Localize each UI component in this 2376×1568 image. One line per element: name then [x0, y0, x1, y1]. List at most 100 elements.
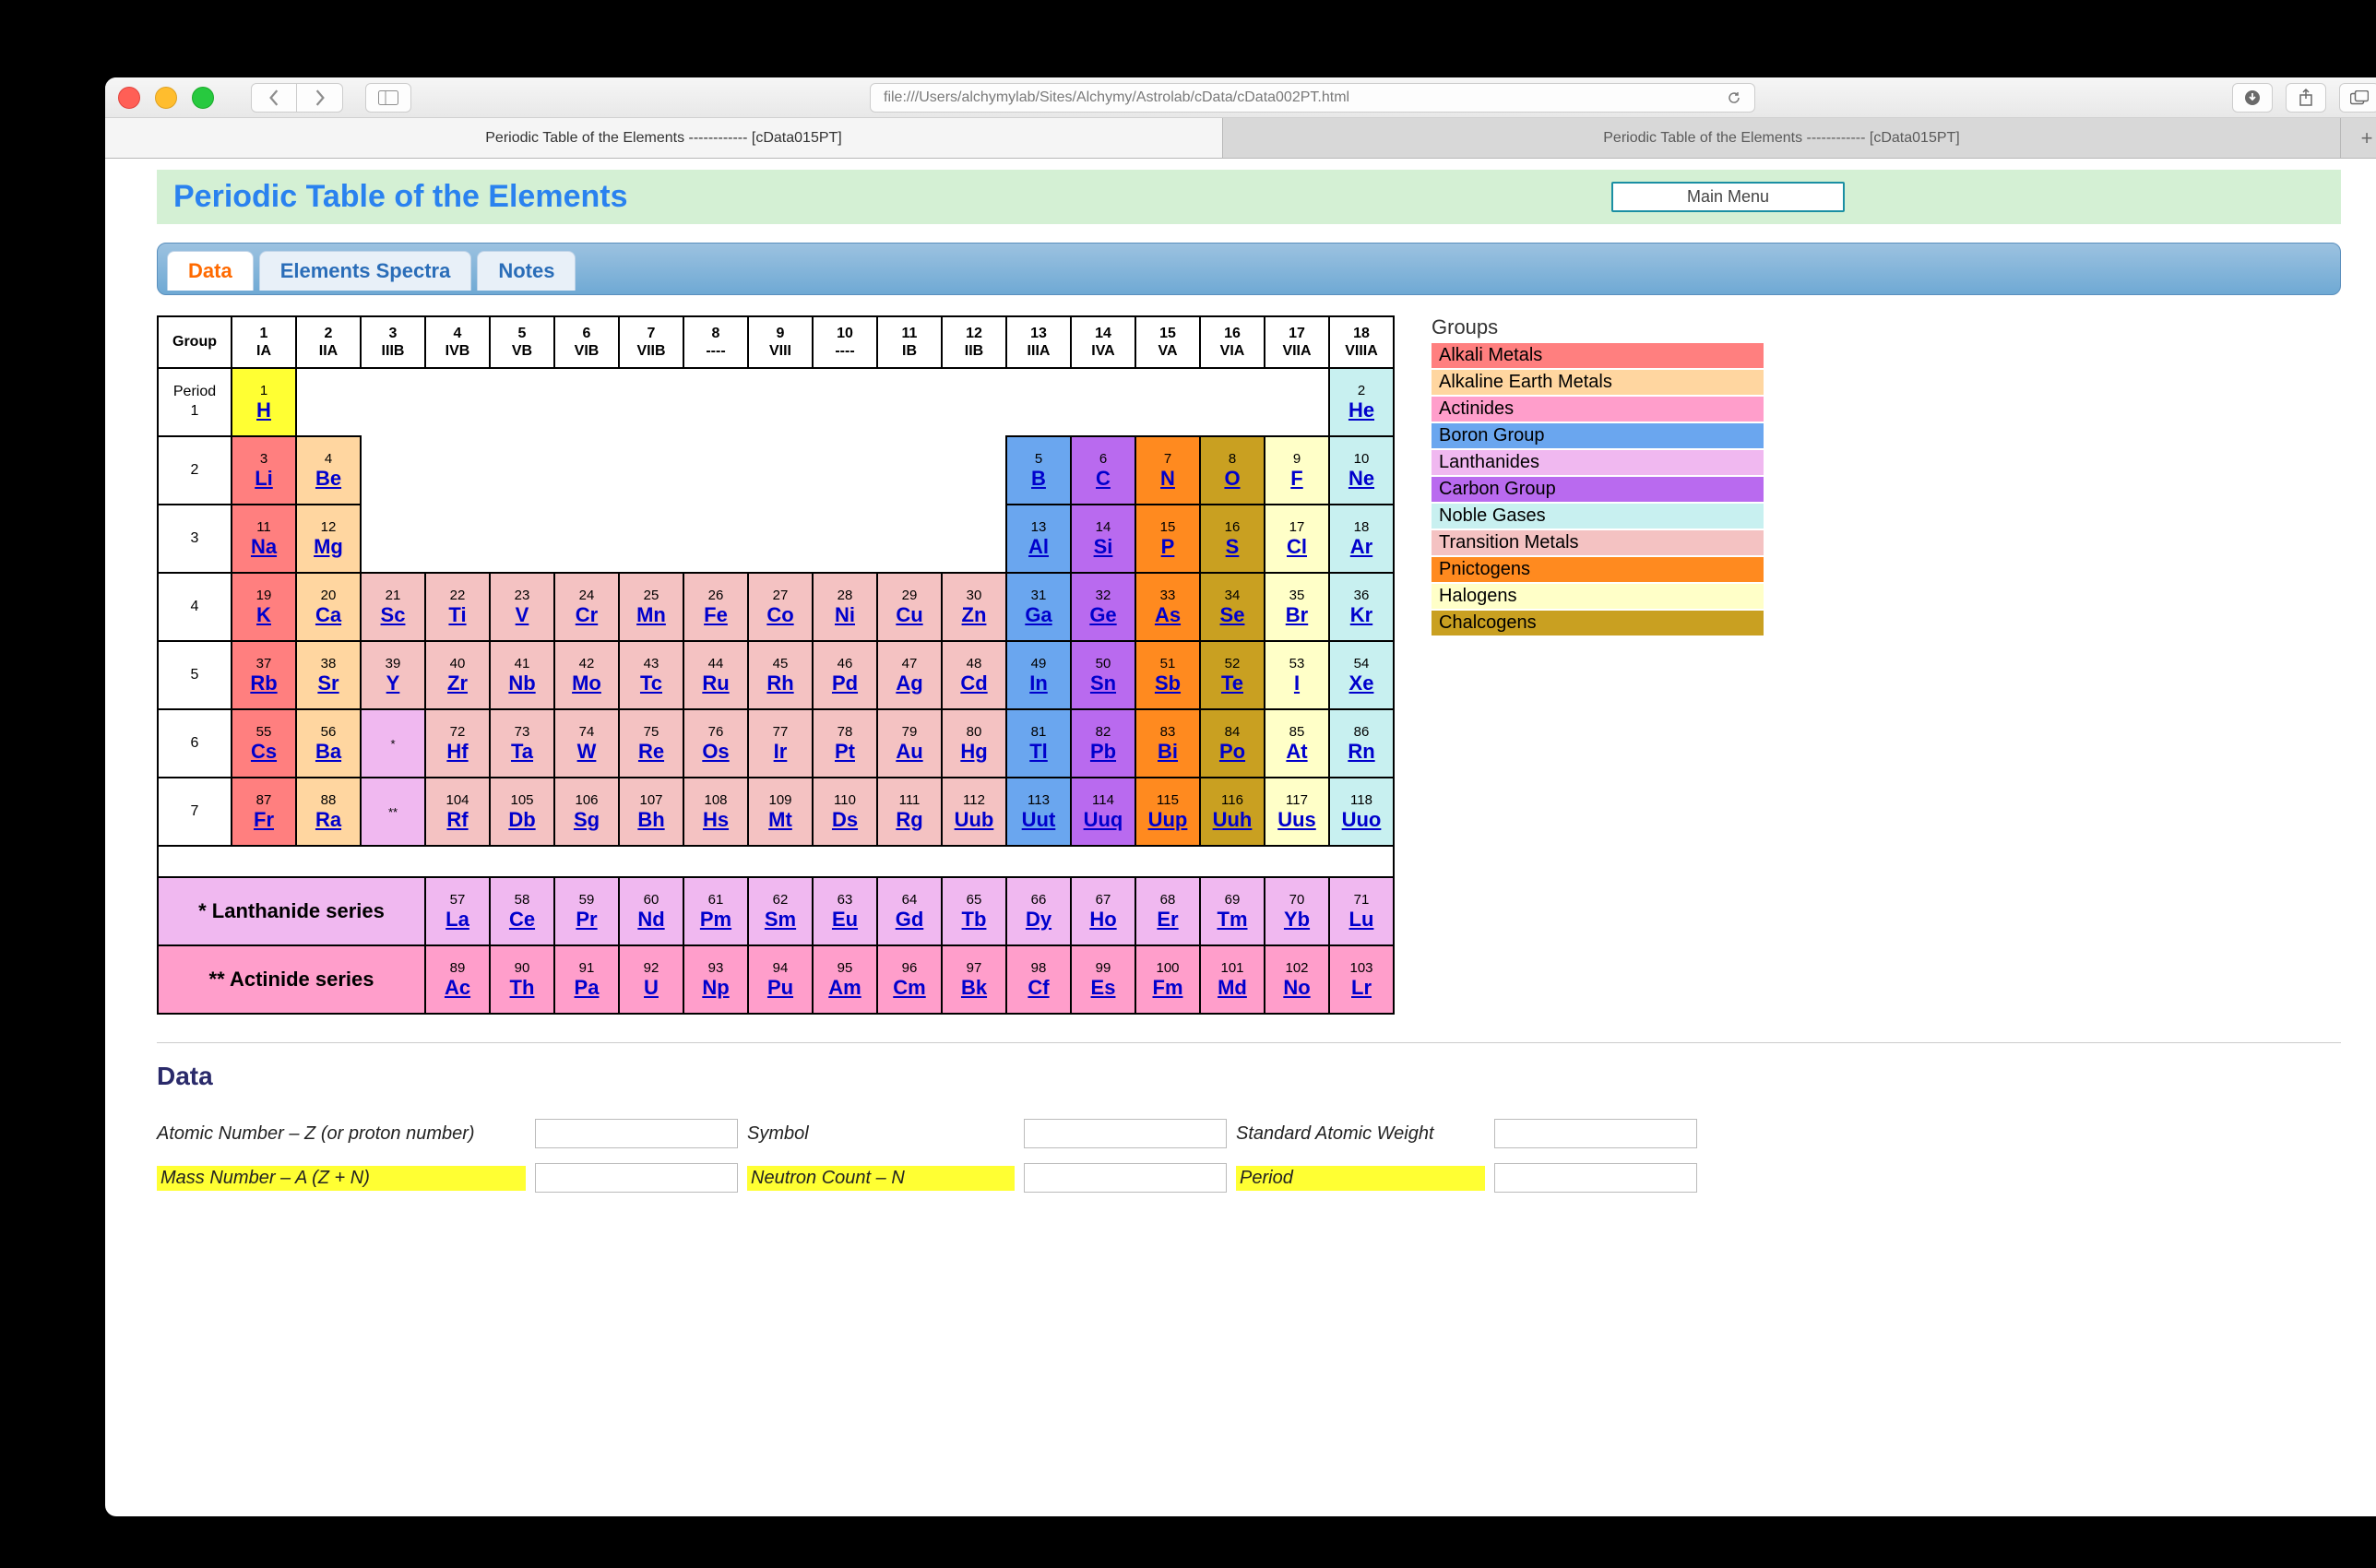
element-Sr[interactable]: 38Sr	[296, 641, 361, 709]
element-Ru[interactable]: 44Ru	[683, 641, 748, 709]
element-Uus[interactable]: 117Uus	[1265, 778, 1329, 846]
element-Am[interactable]: 95Am	[813, 945, 877, 1014]
element-S[interactable]: 16S	[1200, 505, 1265, 573]
element-Ag[interactable]: 47Ag	[877, 641, 942, 709]
element-P[interactable]: 15P	[1135, 505, 1200, 573]
zoom-window-button[interactable]	[192, 87, 214, 109]
element-Ne[interactable]: 10Ne	[1329, 436, 1394, 505]
element-Ra[interactable]: 88Ra	[296, 778, 361, 846]
element-Se[interactable]: 34Se	[1200, 573, 1265, 641]
element-Sg[interactable]: 106Sg	[554, 778, 619, 846]
element-Ce[interactable]: 58Ce	[490, 877, 554, 945]
element-Rf[interactable]: 104Rf	[425, 778, 490, 846]
element-Zr[interactable]: 40Zr	[425, 641, 490, 709]
element-Fr[interactable]: 87Fr	[232, 778, 296, 846]
element-Gd[interactable]: 64Gd	[877, 877, 942, 945]
element-Pd[interactable]: 46Pd	[813, 641, 877, 709]
element-Rb[interactable]: 37Rb	[232, 641, 296, 709]
element-Ti[interactable]: 22Ti	[425, 573, 490, 641]
forward-button[interactable]	[297, 83, 343, 113]
reload-icon[interactable]	[1727, 90, 1741, 105]
element-Ir[interactable]: 77Ir	[748, 709, 813, 778]
element-Pr[interactable]: 59Pr	[554, 877, 619, 945]
input-atomic-number[interactable]	[535, 1119, 738, 1148]
browser-tab-0[interactable]: Periodic Table of the Elements ---------…	[105, 118, 1223, 158]
element-Ca[interactable]: 20Ca	[296, 573, 361, 641]
element-Na[interactable]: 11Na	[232, 505, 296, 573]
element-U[interactable]: 92U	[619, 945, 683, 1014]
element-Dy[interactable]: 66Dy	[1006, 877, 1071, 945]
element-La[interactable]: 57La	[425, 877, 490, 945]
element-Uuo[interactable]: 118Uuo	[1329, 778, 1394, 846]
element-Be[interactable]: 4Be	[296, 436, 361, 505]
element-Po[interactable]: 84Po	[1200, 709, 1265, 778]
element-Pu[interactable]: 94Pu	[748, 945, 813, 1014]
element-Cl[interactable]: 17Cl	[1265, 505, 1329, 573]
element-Ar[interactable]: 18Ar	[1329, 505, 1394, 573]
element-Rn[interactable]: 86Rn	[1329, 709, 1394, 778]
tab-notes[interactable]: Notes	[477, 251, 576, 291]
element-Ta[interactable]: 73Ta	[490, 709, 554, 778]
element-Hf[interactable]: 72Hf	[425, 709, 490, 778]
element-Nd[interactable]: 60Nd	[619, 877, 683, 945]
sidebar-toggle-button[interactable]	[365, 83, 411, 113]
new-tab-button[interactable]: +	[2341, 118, 2376, 158]
element-Mn[interactable]: 25Mn	[619, 573, 683, 641]
element-Al[interactable]: 13Al	[1006, 505, 1071, 573]
element-He[interactable]: 2He	[1329, 368, 1394, 436]
element-Th[interactable]: 90Th	[490, 945, 554, 1014]
browser-tab-1[interactable]: Periodic Table of the Elements ---------…	[1223, 118, 2341, 158]
element-Ni[interactable]: 28Ni	[813, 573, 877, 641]
element-Tm[interactable]: 69Tm	[1200, 877, 1265, 945]
element-Lu[interactable]: 71Lu	[1329, 877, 1394, 945]
element-Lr[interactable]: 103Lr	[1329, 945, 1394, 1014]
element-Au[interactable]: 79Au	[877, 709, 942, 778]
element-No[interactable]: 102No	[1265, 945, 1329, 1014]
element-Sm[interactable]: 62Sm	[748, 877, 813, 945]
element-Tc[interactable]: 43Tc	[619, 641, 683, 709]
element-Mt[interactable]: 109Mt	[748, 778, 813, 846]
element-Bi[interactable]: 83Bi	[1135, 709, 1200, 778]
input-atomic-weight[interactable]	[1494, 1119, 1697, 1148]
close-window-button[interactable]	[118, 87, 140, 109]
input-neutron-count[interactable]	[1024, 1163, 1227, 1193]
input-mass-number[interactable]	[535, 1163, 738, 1193]
tabs-button[interactable]	[2339, 83, 2376, 113]
element-Bk[interactable]: 97Bk	[942, 945, 1006, 1014]
tab-elements-spectra[interactable]: Elements Spectra	[259, 251, 472, 291]
element-Co[interactable]: 27Co	[748, 573, 813, 641]
element-Nb[interactable]: 41Nb	[490, 641, 554, 709]
element-Sn[interactable]: 50Sn	[1071, 641, 1135, 709]
element-Cf[interactable]: 98Cf	[1006, 945, 1071, 1014]
element-Bh[interactable]: 107Bh	[619, 778, 683, 846]
element-Db[interactable]: 105Db	[490, 778, 554, 846]
element-Mg[interactable]: 12Mg	[296, 505, 361, 573]
element-C[interactable]: 6C	[1071, 436, 1135, 505]
element-Pa[interactable]: 91Pa	[554, 945, 619, 1014]
element-Cu[interactable]: 29Cu	[877, 573, 942, 641]
element-Ge[interactable]: 32Ge	[1071, 573, 1135, 641]
back-button[interactable]	[251, 83, 297, 113]
element-Hs[interactable]: 108Hs	[683, 778, 748, 846]
element-Uub[interactable]: 112Uub	[942, 778, 1006, 846]
element-H[interactable]: 1H	[232, 368, 296, 436]
element-Eu[interactable]: 63Eu	[813, 877, 877, 945]
element-As[interactable]: 33As	[1135, 573, 1200, 641]
element-Es[interactable]: 99Es	[1071, 945, 1135, 1014]
element-Cs[interactable]: 55Cs	[232, 709, 296, 778]
element-Br[interactable]: 35Br	[1265, 573, 1329, 641]
element-Sb[interactable]: 51Sb	[1135, 641, 1200, 709]
tab-data[interactable]: Data	[167, 251, 254, 291]
input-period[interactable]	[1494, 1163, 1697, 1193]
element-Fe[interactable]: 26Fe	[683, 573, 748, 641]
element-F[interactable]: 9F	[1265, 436, 1329, 505]
share-button[interactable]	[2286, 83, 2326, 113]
element-I[interactable]: 53I	[1265, 641, 1329, 709]
element-N[interactable]: 7N	[1135, 436, 1200, 505]
element-Rg[interactable]: 111Rg	[877, 778, 942, 846]
element-Uut[interactable]: 113Uut	[1006, 778, 1071, 846]
element-O[interactable]: 8O	[1200, 436, 1265, 505]
element-Os[interactable]: 76Os	[683, 709, 748, 778]
element-Te[interactable]: 52Te	[1200, 641, 1265, 709]
main-menu-button[interactable]: Main Menu	[1611, 182, 1845, 212]
